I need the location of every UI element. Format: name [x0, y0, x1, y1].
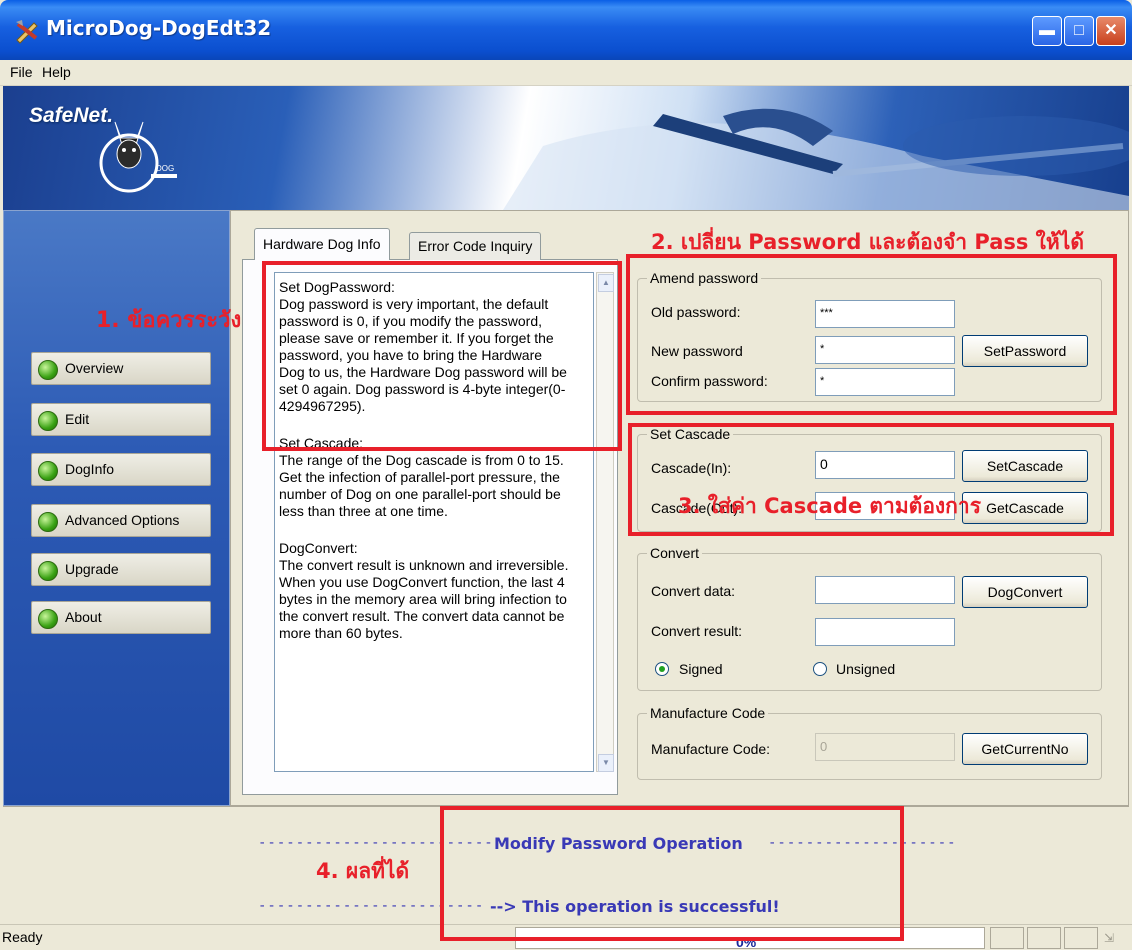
sidebar-item-label: Advanced Options — [65, 512, 180, 528]
sidebar-item-edit[interactable]: Edit — [31, 403, 211, 436]
convert-data-field[interactable] — [815, 576, 955, 604]
sidebar-item-label: DogInfo — [65, 461, 115, 477]
convert-result-label: Convert result: — [651, 623, 743, 639]
sidebar-item-overview[interactable]: Overview — [31, 352, 211, 385]
app-icon — [16, 20, 38, 44]
annotation-box-password — [626, 254, 1117, 415]
sidebar-item-advanced-options[interactable]: Advanced Options — [31, 504, 211, 537]
sidebar-item-doginfo[interactable]: DogInfo — [31, 453, 211, 486]
dog-tag-text: DOG — [156, 164, 174, 173]
unsigned-label: Unsigned — [836, 661, 896, 677]
status-pane — [1064, 927, 1098, 949]
annotation-password: 2. เปลี่ยน Password และต้องจำ Pass ให้ได… — [651, 230, 1084, 254]
annotation-cascade: 3. ใส่ค่า Cascade ตามต้องการ — [678, 494, 981, 518]
status-dot-icon — [38, 411, 58, 431]
resize-grip-icon[interactable]: ⇲ — [1104, 931, 1114, 945]
annotation-box-result — [440, 806, 904, 941]
annotation-result: 4. ผลที่ได้ — [316, 859, 410, 883]
menu-help[interactable]: Help — [42, 64, 71, 80]
convert-result-field[interactable] — [815, 618, 955, 646]
menu-file[interactable]: File — [10, 64, 33, 80]
status-text: Ready — [2, 929, 43, 945]
minimize-icon: ▬ — [1039, 22, 1055, 39]
sidebar-item-label: About — [65, 609, 102, 625]
convert-title: Convert — [647, 545, 703, 561]
status-dot-icon — [38, 609, 58, 629]
sidebar-item-label: Overview — [65, 360, 124, 376]
maximize-button[interactable]: □ — [1064, 16, 1094, 46]
convert-data-label: Convert data: — [651, 583, 736, 599]
manufacture-code-title: Manufacture Code — [647, 705, 769, 721]
dog-logo-icon: DOG — [99, 121, 177, 193]
banner-art-icon — [503, 108, 1129, 210]
status-pane — [1027, 927, 1061, 949]
scroll-down-icon[interactable]: ▼ — [598, 754, 614, 772]
status-dot-icon — [38, 561, 58, 581]
dog-convert-button[interactable]: DogConvert — [962, 576, 1088, 608]
title-bar[interactable]: MicroDog-DogEdt32 ▬ □ ✕ — [0, 0, 1132, 60]
minimize-button[interactable]: ▬ — [1032, 16, 1062, 46]
manufacture-code-label: Manufacture Code: — [651, 741, 771, 757]
tab-hardware-dog-info[interactable]: Hardware Dog Info — [254, 228, 390, 260]
sidebar-item-about[interactable]: About — [31, 601, 211, 634]
manufacture-code-field: 0 — [815, 733, 955, 761]
tab-error-code-inquiry[interactable]: Error Code Inquiry — [409, 232, 542, 260]
unsigned-radio[interactable] — [813, 662, 827, 676]
menu-bar: File Help — [0, 60, 1132, 86]
window-title: MicroDog-DogEdt32 — [46, 16, 272, 40]
annotation-box-warning — [262, 261, 622, 451]
get-current-no-button[interactable]: GetCurrentNo — [962, 733, 1088, 765]
close-button[interactable]: ✕ — [1096, 16, 1126, 46]
sidebar-item-upgrade[interactable]: Upgrade — [31, 553, 211, 586]
signed-radio[interactable] — [655, 662, 669, 676]
maximize-icon: □ — [1074, 22, 1084, 39]
close-icon: ✕ — [1104, 22, 1118, 39]
status-dot-icon — [38, 360, 58, 380]
sidebar-item-label: Edit — [65, 411, 90, 427]
info-paragraph-convert: DogConvert: The convert result is unknow… — [279, 540, 569, 641]
signed-label: Signed — [679, 661, 723, 677]
annotation-warning: 1. ข้อควรระวัง — [96, 308, 242, 333]
status-dot-icon — [38, 512, 58, 532]
status-pane — [990, 927, 1024, 949]
status-dot-icon — [38, 461, 58, 481]
sidebar-item-label: Upgrade — [65, 561, 119, 577]
banner: SafeNet. DOG — [3, 86, 1129, 210]
